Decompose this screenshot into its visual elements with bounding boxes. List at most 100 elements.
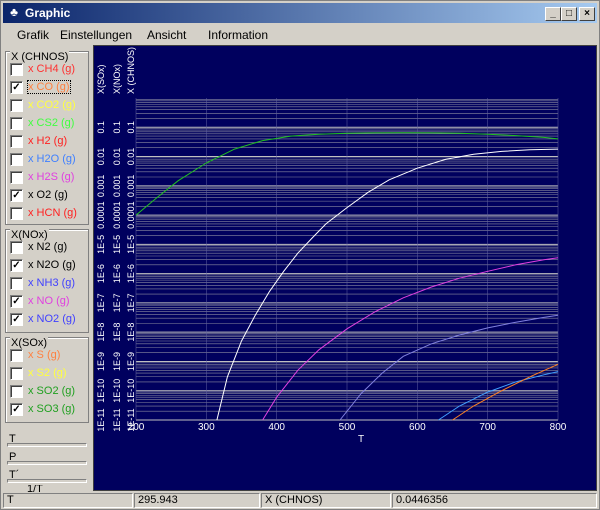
slider-p-track[interactable]: [7, 461, 87, 465]
y-tick-label: 1E-6: [96, 264, 106, 283]
y-tick-label: 1E-10: [112, 379, 122, 403]
checkbox[interactable]: [10, 349, 23, 362]
slider-t-prime-track[interactable]: [7, 479, 87, 483]
group-sox: X(SOx) x S (g) x S2 (g) x SO2 (g) ✓ x SO3 (g…: [5, 337, 89, 423]
y-tick-label: 1E-8: [96, 323, 106, 342]
checkbox-row[interactable]: x H2 (g): [10, 134, 90, 150]
menu-einstellungen[interactable]: Einstellungen: [60, 28, 132, 42]
checkbox-row[interactable]: x S (g): [10, 348, 90, 364]
checkbox[interactable]: [10, 207, 23, 220]
checkbox-row[interactable]: x N2 (g): [10, 240, 90, 256]
checkbox[interactable]: [10, 63, 23, 76]
group-chnos: X (CHNOS) x CH4 (g) ✓ x CO (g) x CO2 (g) x C…: [5, 51, 89, 225]
maximize-button[interactable]: □: [561, 7, 577, 21]
slider-t[interactable]: T: [5, 433, 89, 449]
y-tick-label: 1E-9: [126, 352, 136, 371]
y-tick-label: 0.001: [96, 175, 106, 198]
x-tick-label: 300: [198, 422, 215, 433]
checkbox[interactable]: [10, 99, 23, 112]
checkbox-row[interactable]: x NH3 (g): [10, 276, 90, 292]
menu-information[interactable]: Information: [208, 28, 268, 42]
y-tick-label: 1E-10: [126, 379, 136, 403]
checkbox-label: x S (g): [28, 349, 61, 361]
y-axis-label: X (CHNOS): [126, 47, 136, 94]
checkbox[interactable]: ✓: [10, 81, 23, 94]
title-bar[interactable]: ♣ Graphic _ □ ×: [3, 3, 597, 23]
left-panel: X (CHNOS) x CH4 (g) ✓ x CO (g) x CO2 (g) x C…: [3, 45, 91, 493]
checkbox[interactable]: ✓: [10, 189, 23, 202]
checkbox[interactable]: ✓: [10, 403, 23, 416]
status-label-2: X (CHNOS): [261, 493, 391, 508]
status-label-1: T: [3, 493, 133, 508]
series-line: [339, 314, 559, 421]
checkbox-row[interactable]: x SO2 (g): [10, 384, 90, 400]
chart: 200 300 400 500 600 700 800TX(SOx)1E-111E-101E…: [96, 47, 567, 445]
checkbox-row[interactable]: x CS2 (g): [10, 116, 90, 132]
minimize-button[interactable]: _: [545, 7, 561, 21]
series-line: [216, 148, 559, 421]
slider-p[interactable]: P: [5, 451, 89, 467]
menu-ansicht[interactable]: Ansicht: [147, 28, 186, 42]
checkbox[interactable]: [10, 117, 23, 130]
checkbox-row[interactable]: ✓ x N2O (g): [10, 258, 90, 274]
y-tick-label: 1E-8: [112, 323, 122, 342]
checkbox-label: x CO2 (g): [28, 99, 76, 111]
y-tick-label: 0.001: [126, 175, 136, 198]
y-tick-label: 1E-11: [126, 408, 136, 431]
checkbox-row[interactable]: x CO2 (g): [10, 98, 90, 114]
checkbox[interactable]: ✓: [10, 295, 23, 308]
status-bar: T 295.943 X (CHNOS) 0.0446356: [3, 493, 597, 509]
checkbox[interactable]: [10, 171, 23, 184]
checkbox-label: x H2O (g): [28, 153, 76, 165]
y-tick-label: 1E-5: [126, 235, 136, 254]
checkbox-label: x S2 (g): [28, 367, 67, 379]
checkbox-label: x H2S (g): [28, 171, 75, 183]
y-tick-label: 0.1: [126, 121, 136, 134]
y-tick-label: 0.1: [96, 121, 106, 134]
y-tick-label: 1E-6: [112, 264, 122, 283]
checkbox-row[interactable]: x H2O (g): [10, 152, 90, 168]
x-axis-label: T: [358, 434, 364, 445]
menu-grafik[interactable]: Grafik: [17, 28, 49, 42]
checkbox-row[interactable]: ✓ x NO2 (g): [10, 312, 90, 328]
y-tick-label: 1E-5: [96, 235, 106, 254]
y-tick-label: 0.0001: [126, 201, 136, 229]
checkbox[interactable]: [10, 367, 23, 380]
checkbox-row[interactable]: ✓ x SO3 (g): [10, 402, 90, 418]
checkbox[interactable]: [10, 135, 23, 148]
y-axis-label: X(SOx): [96, 64, 106, 94]
y-axis-label: X(NOx): [112, 64, 122, 94]
checkbox-label: x NH3 (g): [28, 277, 76, 289]
checkbox-label: x N2 (g): [28, 241, 68, 253]
slider-inv-t-label: 1/T: [27, 485, 43, 493]
checkbox-row[interactable]: ✓ x CO (g): [10, 80, 90, 96]
y-tick-label: 1E-9: [96, 352, 106, 371]
checkbox[interactable]: ✓: [10, 313, 23, 326]
checkbox-row[interactable]: x HCN (g): [10, 206, 90, 222]
checkbox-row[interactable]: x S2 (g): [10, 366, 90, 382]
status-value-1: 295.943: [134, 493, 260, 508]
slider-inv-t[interactable]: 1/T: [5, 485, 89, 493]
plot-area[interactable]: 200 300 400 500 600 700 800 T X(SOx) 1E-11 1E-10 1E…: [93, 45, 597, 491]
checkbox[interactable]: ✓: [10, 259, 23, 272]
checkbox[interactable]: [10, 241, 23, 254]
y-tick-label: 1E-7: [126, 293, 136, 312]
checkbox-row[interactable]: x CH4 (g): [10, 62, 90, 78]
close-button[interactable]: ×: [579, 7, 595, 21]
x-tick-label: 700: [479, 422, 496, 433]
checkbox-row[interactable]: x H2S (g): [10, 170, 90, 186]
checkbox[interactable]: [10, 153, 23, 166]
slider-t-prime[interactable]: T´: [5, 469, 89, 485]
y-tick-label: 1E-8: [126, 323, 136, 342]
checkbox-row[interactable]: ✓ x NO (g): [10, 294, 90, 310]
checkbox-label: x NO (g): [28, 295, 70, 307]
y-tick-label: 0.1: [112, 121, 122, 134]
checkbox[interactable]: [10, 277, 23, 290]
checkbox[interactable]: [10, 385, 23, 398]
y-tick-label: 1E-7: [96, 293, 106, 312]
series-line: [438, 371, 559, 421]
y-tick-label: 0.0001: [96, 201, 106, 229]
checkbox-label: x CS2 (g): [28, 117, 75, 129]
checkbox-row[interactable]: ✓ x O2 (g): [10, 188, 90, 204]
slider-t-track[interactable]: [7, 443, 87, 447]
